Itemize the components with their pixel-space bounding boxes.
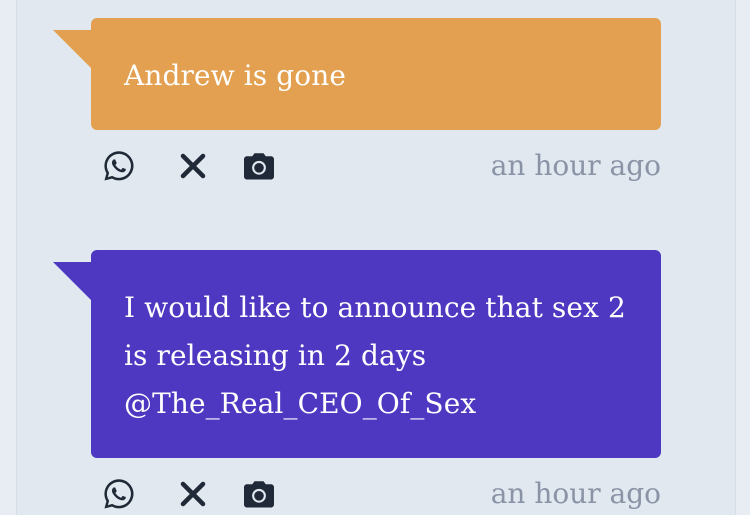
post-timestamp: an hour ago	[490, 477, 661, 510]
post-card: Andrew is gone an hour ago	[53, 18, 663, 186]
message-bubble: I would like to announce that sex 2 is r…	[91, 250, 661, 458]
x-close-icon[interactable]	[175, 476, 211, 512]
whatsapp-icon[interactable]	[101, 148, 137, 184]
whatsapp-icon[interactable]	[101, 476, 137, 512]
message-bubble: Andrew is gone	[91, 18, 661, 130]
page-background: Andrew is gone an hour ago I would like …	[0, 0, 750, 515]
post-actions: an hour ago	[91, 474, 661, 514]
message-line: I would like to announce that sex 2	[124, 291, 626, 324]
feed-panel: Andrew is gone an hour ago I would like …	[16, 0, 736, 515]
camera-icon[interactable]	[241, 476, 277, 512]
x-close-icon[interactable]	[175, 148, 211, 184]
post-timestamp: an hour ago	[490, 149, 661, 182]
message-text: Andrew is gone	[124, 59, 347, 92]
mention-link[interactable]: @The_Real_CEO_Of_Sex	[124, 380, 628, 428]
bubble-tail	[53, 30, 91, 68]
camera-icon[interactable]	[241, 148, 277, 184]
message-line: is releasing in 2 days	[124, 339, 427, 372]
bubble-tail	[53, 262, 91, 300]
post-card: I would like to announce that sex 2 is r…	[53, 250, 663, 514]
post-actions: an hour ago	[91, 146, 661, 186]
